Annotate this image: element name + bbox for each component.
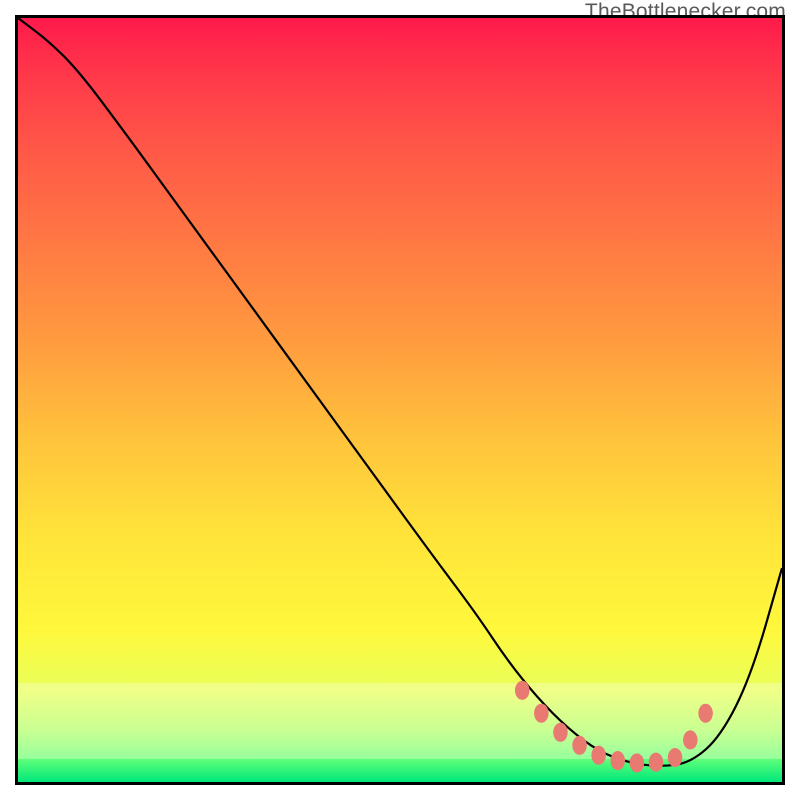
plot-area <box>15 15 785 785</box>
chart-svg <box>18 18 782 782</box>
valley-dots-group <box>515 681 713 773</box>
valley-dot <box>572 736 587 755</box>
valley-dot <box>649 753 664 772</box>
valley-dot <box>534 704 549 723</box>
valley-dot <box>553 723 568 742</box>
valley-dot <box>630 753 645 772</box>
chart-root: TheBottlenecker.com <box>0 0 800 800</box>
valley-dot <box>698 704 713 723</box>
valley-dot <box>683 730 698 749</box>
valley-dot <box>610 751 625 770</box>
valley-dot <box>668 748 683 767</box>
valley-dot <box>591 746 606 765</box>
valley-dot <box>515 681 530 700</box>
bottleneck-curve <box>18 18 782 766</box>
